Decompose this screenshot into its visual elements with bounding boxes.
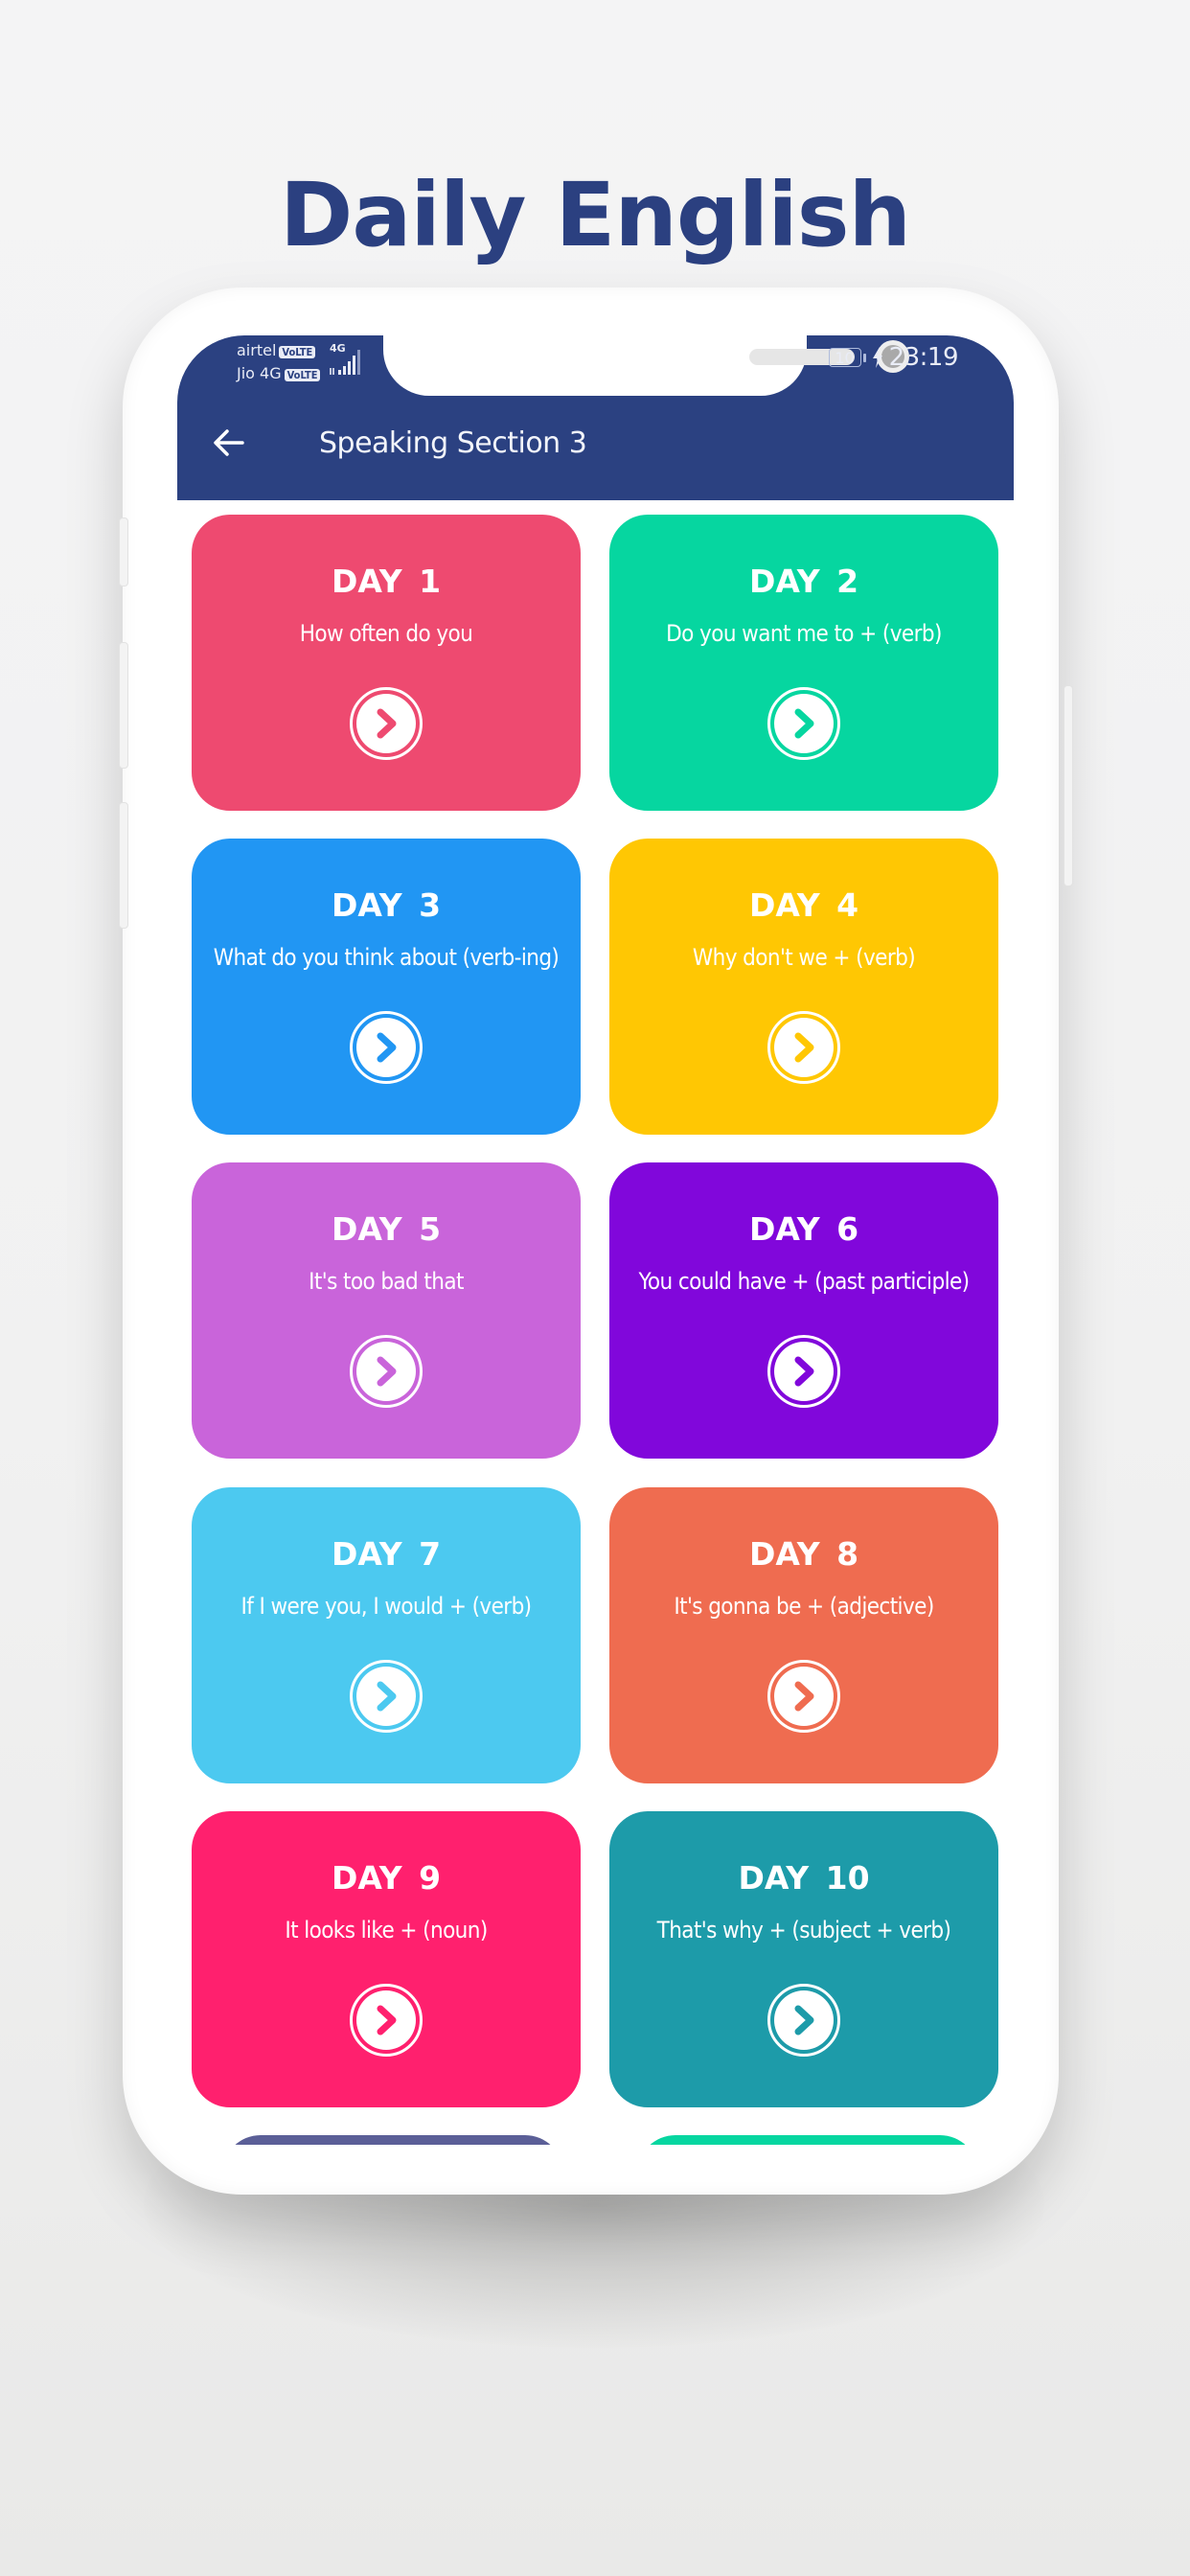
open-day-button-fill — [356, 1990, 416, 2050]
day-label: DAY 7 — [331, 1535, 442, 1573]
day-phrase: It looks like + (noun) — [285, 1917, 488, 1944]
day-card-partial[interactable] — [637, 2135, 978, 2145]
battery-tip — [862, 353, 866, 362]
day-label: DAY 4 — [748, 886, 859, 924]
chevron-right-icon — [377, 708, 397, 739]
day-card[interactable]: DAY 3 What do you think about (verb-ing) — [192, 839, 581, 1135]
phone-power-button — [1064, 685, 1073, 886]
open-day-button-fill — [356, 1018, 416, 1077]
day-card[interactable]: DAY 10 That's why + (subject + verb) — [609, 1811, 998, 2107]
open-day-button[interactable] — [767, 1984, 840, 2057]
chevron-right-icon — [794, 1032, 814, 1063]
phone-screen: airtel VoLTE Jio 4G VoLTE 4G 10 23:19 Sp… — [177, 335, 1014, 2145]
open-day-button-fill — [774, 1342, 834, 1401]
app-bar: airtel VoLTE Jio 4G VoLTE 4G 10 23:19 Sp… — [177, 335, 1014, 500]
day-phrase: That's why + (subject + verb) — [656, 1917, 951, 1944]
day-label: DAY 6 — [748, 1210, 859, 1248]
promo-title: Daily English — [279, 164, 911, 266]
day-card[interactable]: DAY 2 Do you want me to + (verb) — [609, 515, 998, 811]
status-clock: 23:19 — [888, 343, 959, 372]
day-card[interactable]: DAY 5 It's too bad that — [192, 1162, 581, 1459]
charging-bolt-icon — [872, 347, 882, 368]
day-label: DAY 10 — [738, 1859, 870, 1897]
open-day-button-fill — [774, 1667, 834, 1726]
screen-title: Speaking Section 3 — [319, 426, 587, 460]
day-phrase: It's too bad that — [309, 1268, 464, 1295]
open-day-button-fill — [356, 1342, 416, 1401]
day-label: DAY 9 — [331, 1859, 442, 1897]
day-card[interactable]: DAY 6 You could have + (past participle) — [609, 1162, 998, 1459]
signal-strength-icon: 4G — [328, 342, 366, 378]
back-button[interactable] — [210, 424, 248, 462]
chevron-right-icon — [377, 1032, 397, 1063]
open-day-button[interactable] — [350, 1984, 423, 2057]
day-phrase: You could have + (past participle) — [638, 1268, 971, 1295]
open-day-button[interactable] — [767, 687, 840, 760]
chevron-right-icon — [377, 2005, 397, 2036]
chevron-right-icon — [794, 1681, 814, 1712]
day-phrase: Why don't we + (verb) — [692, 944, 916, 971]
day-label: DAY 3 — [331, 886, 442, 924]
notch — [383, 335, 904, 396]
open-day-button-fill — [356, 1667, 416, 1726]
open-day-button[interactable] — [350, 687, 423, 760]
battery-icon: 10 — [828, 348, 861, 367]
status-right-group: 10 23:19 — [828, 343, 959, 372]
day-card[interactable]: DAY 1 How often do you — [192, 515, 581, 811]
day-phrase: Do you want me to + (verb) — [666, 620, 942, 647]
phone-side-button — [119, 518, 128, 586]
open-day-button[interactable] — [350, 1335, 423, 1408]
arrow-left-icon — [214, 429, 244, 456]
day-card-partial[interactable] — [222, 2135, 563, 2145]
open-day-button[interactable] — [767, 1660, 840, 1733]
chevron-right-icon — [377, 1356, 397, 1387]
day-phrase: It's gonna be + (adjective) — [674, 1593, 934, 1620]
phone-volume-up-button — [119, 642, 128, 769]
carrier-1-name: airtel — [237, 341, 277, 359]
day-label: DAY 2 — [748, 563, 859, 600]
open-day-button[interactable] — [350, 1660, 423, 1733]
open-day-button[interactable] — [350, 1011, 423, 1084]
open-day-button-fill — [356, 694, 416, 753]
chevron-right-icon — [794, 2005, 814, 2036]
carrier-2-name: Jio 4G — [237, 364, 282, 382]
chevron-right-icon — [377, 1681, 397, 1712]
day-phrase: How often do you — [299, 620, 473, 647]
day-card[interactable]: DAY 7 If I were you, I would + (verb) — [192, 1487, 581, 1783]
open-day-button-fill — [774, 1018, 834, 1077]
day-card[interactable]: DAY 8 It's gonna be + (adjective) — [609, 1487, 998, 1783]
day-card[interactable]: DAY 9 It looks like + (noun) — [192, 1811, 581, 2107]
day-card[interactable]: DAY 4 Why don't we + (verb) — [609, 839, 998, 1135]
day-phrase: What do you think about (verb-ing) — [213, 944, 560, 971]
phone-volume-down-button — [119, 802, 128, 929]
open-day-button[interactable] — [767, 1011, 840, 1084]
chevron-right-icon — [794, 1356, 814, 1387]
volte-badge: VoLTE — [279, 346, 316, 358]
volte-badge: VoLTE — [284, 369, 321, 381]
chevron-right-icon — [794, 708, 814, 739]
open-day-button-fill — [774, 694, 834, 753]
status-carriers: airtel VoLTE Jio 4G VoLTE — [237, 339, 321, 385]
day-label: DAY 8 — [748, 1535, 859, 1573]
day-phrase: If I were you, I would + (verb) — [240, 1593, 532, 1620]
day-label: DAY 1 — [331, 563, 442, 600]
open-day-button[interactable] — [767, 1335, 840, 1408]
day-label: DAY 5 — [331, 1210, 442, 1248]
open-day-button-fill — [774, 1990, 834, 2050]
